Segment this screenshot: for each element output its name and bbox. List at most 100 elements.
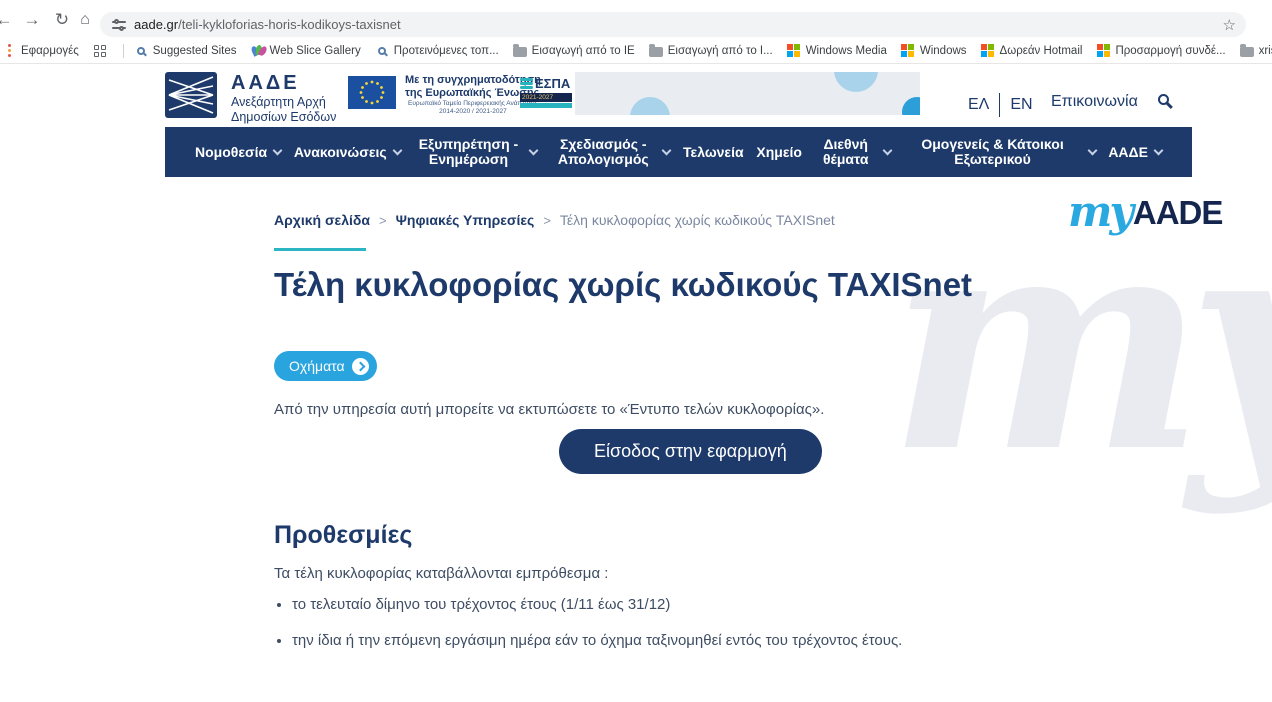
site-header: ΑΑΔΕ Ανεξάρτητη Αρχή Δημοσίων Εσόδων Με … bbox=[165, 70, 1192, 126]
bookmark-label: Δωρεάν Hotmail bbox=[1000, 45, 1083, 57]
folder-icon bbox=[513, 44, 527, 58]
bookmark-item[interactable]: Δωρεάν Hotmail bbox=[981, 44, 1083, 58]
bookmark-label: Windows Media bbox=[806, 45, 887, 57]
deadline-bullet: την ίδια ή την επόμενη εργάσιμη ημέρα εά… bbox=[292, 632, 902, 649]
banner-circle-decoration bbox=[902, 97, 920, 115]
bookmark-item[interactable]: Εφαρμογές bbox=[2, 44, 79, 58]
bookmarks-separator bbox=[123, 44, 124, 58]
aade-logo-text[interactable]: ΑΑΔΕ Ανεξάρτητη Αρχή Δημοσίων Εσόδων bbox=[231, 72, 336, 125]
lang-en-button[interactable]: EN bbox=[1010, 96, 1032, 114]
nav-item-label: Χημείο bbox=[756, 145, 802, 160]
chevron-down-icon bbox=[273, 145, 283, 155]
bookmark-item[interactable]: xris bbox=[1240, 44, 1272, 58]
home-icon[interactable]: ⌂ bbox=[74, 9, 96, 31]
browser-toolbar: ← → ↻ ⌂ aade.gr/teli-kykloforias-horis-k… bbox=[0, 0, 1272, 38]
search-icon bbox=[134, 44, 148, 58]
lang-el-button[interactable]: ΕΛ bbox=[968, 96, 989, 114]
apps-grid-button[interactable] bbox=[93, 44, 107, 58]
bookmark-label: Προσαρμογή συνδέ... bbox=[1115, 45, 1225, 57]
nav-item-label: Ανακοινώσεις bbox=[294, 145, 387, 160]
chevron-down-icon bbox=[529, 145, 539, 155]
breadcrumb-link[interactable]: Αρχική σελίδα bbox=[274, 212, 370, 228]
contact-link[interactable]: Επικοινωνία bbox=[1051, 93, 1138, 111]
nav-item-label: Ομογενείς & Κάτοικοι Εξωτερικού bbox=[904, 137, 1082, 167]
page-title: Τέλη κυκλοφορίας χωρίς κωδικούς TAXISnet bbox=[274, 266, 972, 304]
url-text[interactable]: aade.gr/teli-kykloforias-horis-kodikoys-… bbox=[134, 17, 401, 32]
login-button[interactable]: Είσοδος στην εφαρμογή bbox=[559, 429, 822, 474]
nav-item-νομοθεσία[interactable]: Νομοθεσία bbox=[195, 145, 281, 160]
espa-label: ΕΣΠΑ bbox=[535, 76, 570, 91]
aade-subtitle-line1: Ανεξάρτητη Αρχή bbox=[231, 95, 336, 110]
bookmarks-bar: Εφαρμογές Suggested Sites Web Slice Galler… bbox=[0, 38, 1272, 64]
url-host: aade.gr bbox=[134, 17, 178, 32]
breadcrumb-separator: > bbox=[543, 213, 551, 228]
eu-funding-line4: 2014-2020 / 2021-2027 bbox=[405, 108, 541, 116]
bookmark-label: Εφαρμογές bbox=[21, 45, 79, 57]
bookmark-item[interactable]: Suggested Sites bbox=[134, 44, 237, 58]
nav-item-ααδε[interactable]: ΑΑΔΕ bbox=[1108, 145, 1162, 160]
site-settings-icon[interactable] bbox=[112, 19, 126, 31]
nav-item-label: ΑΑΔΕ bbox=[1108, 145, 1148, 160]
espa-waves-icon bbox=[520, 78, 533, 89]
nav-item-label: Νομοθεσία bbox=[195, 145, 267, 160]
myaade-my: my bbox=[1068, 194, 1131, 230]
deadlines-list: το τελευταίο δίμηνο του τρέχοντος έτους … bbox=[292, 596, 902, 668]
nav-item-τελωνεία[interactable]: Τελωνεία bbox=[683, 145, 744, 160]
browser-window: ← → ↻ ⌂ aade.gr/teli-kykloforias-horis-k… bbox=[0, 0, 1272, 702]
language-switcher: ΕΛ EN bbox=[968, 93, 1033, 117]
main-navigation: Νομοθεσία Ανακοινώσεις Εξυπηρέτηση - Ενημέ… bbox=[165, 127, 1192, 177]
address-bar[interactable]: aade.gr/teli-kykloforias-horis-kodikoys-… bbox=[100, 12, 1246, 37]
nav-item-ανακοινώσεις[interactable]: Ανακοινώσεις bbox=[294, 145, 401, 160]
aade-subtitle-line2: Δημοσίων Εσόδων bbox=[231, 110, 336, 125]
bookmark-label: Web Slice Gallery bbox=[270, 45, 361, 57]
back-icon[interactable]: ← bbox=[0, 9, 15, 31]
nav-item-εξυπηρέτηση-ενημέρωση[interactable]: Εξυπηρέτηση - Ενημέρωση bbox=[413, 137, 537, 167]
windows-icon bbox=[981, 44, 995, 58]
nav-item-label: Διεθνή θέματα bbox=[815, 137, 877, 167]
espa-logo: ΕΣΠΑ 2021-2027 bbox=[520, 76, 572, 108]
arrow-circle-icon bbox=[352, 358, 369, 375]
bookmark-item[interactable]: Εισαγωγή από το Ι... bbox=[649, 44, 773, 58]
breadcrumb-link[interactable]: Ψηφιακές Υπηρεσίες bbox=[396, 212, 535, 228]
forward-icon[interactable]: → bbox=[21, 9, 43, 31]
breadcrumb: Αρχική σελίδα>Ψηφιακές Υπηρεσίες>Τέλη κυ… bbox=[274, 212, 835, 228]
aade-acronym: ΑΑΔΕ bbox=[231, 72, 336, 95]
bookmark-item[interactable]: Windows bbox=[901, 44, 967, 58]
chevron-down-icon bbox=[1153, 145, 1163, 155]
windows-icon bbox=[901, 44, 915, 58]
bookmark-item[interactable]: Προτεινόμενες τοπ... bbox=[375, 44, 499, 58]
bookmark-label: Εισαγωγή από το IE bbox=[532, 45, 635, 57]
espa-years: 2021-2027 bbox=[520, 93, 572, 102]
bookmark-item[interactable]: Web Slice Gallery bbox=[251, 44, 361, 58]
bookmark-label: Suggested Sites bbox=[153, 45, 237, 57]
bookmark-item[interactable]: Προσαρμογή συνδέ... bbox=[1096, 44, 1225, 58]
search-icon[interactable] bbox=[1158, 94, 1169, 105]
bookmark-item[interactable]: Εισαγωγή από το IE bbox=[513, 44, 635, 58]
url-path: /teli-kykloforias-horis-kodikoys-taxisne… bbox=[178, 17, 401, 32]
chevron-down-icon bbox=[392, 145, 402, 155]
windows-icon bbox=[1096, 44, 1110, 58]
bookmark-item[interactable]: Windows Media bbox=[787, 44, 887, 58]
bookmark-label: Προτεινόμενες τοπ... bbox=[394, 45, 499, 57]
vehicles-button-label: Οχήματα bbox=[289, 358, 345, 374]
nav-item-label: Σχεδιασμός - Απολογισμός bbox=[550, 137, 656, 167]
nav-item-ομογενείς-κάτοικοι-εξωτερικού[interactable]: Ομογενείς & Κάτοικοι Εξωτερικού bbox=[904, 137, 1096, 167]
nav-item-χημείο[interactable]: Χημείο bbox=[756, 145, 802, 160]
eu-flag-icon bbox=[348, 76, 396, 109]
aade-logo-icon[interactable] bbox=[165, 72, 217, 118]
nav-item-σχεδιασμός-απολογισμός[interactable]: Σχεδιασμός - Απολογισμός bbox=[550, 137, 670, 167]
reload-icon[interactable]: ↻ bbox=[51, 9, 73, 31]
espa-teal-bar bbox=[520, 103, 572, 108]
vehicles-button[interactable]: Οχήματα bbox=[274, 351, 377, 381]
banner-circle-decoration bbox=[834, 72, 878, 92]
nav-item-διεθνή-θέματα[interactable]: Διεθνή θέματα bbox=[815, 137, 891, 167]
breadcrumb-current: Τέλη κυκλοφορίας χωρίς κωδικούς TAXISnet bbox=[560, 212, 835, 228]
intro-text: Από την υπηρεσία αυτή μπορείτε να εκτυπώ… bbox=[274, 401, 824, 418]
search-icon bbox=[375, 44, 389, 58]
bookmark-star-icon[interactable]: ☆ bbox=[1223, 16, 1236, 34]
swoosh-icon bbox=[251, 44, 265, 58]
header-banner bbox=[575, 72, 920, 115]
bookmark-label: xris bbox=[1259, 45, 1272, 57]
page-content: my ΑΑΔΕ Ανεξάρτητη Αρχή Δημοσίων Εσόδων bbox=[0, 64, 1272, 702]
chevron-down-icon bbox=[882, 145, 892, 155]
